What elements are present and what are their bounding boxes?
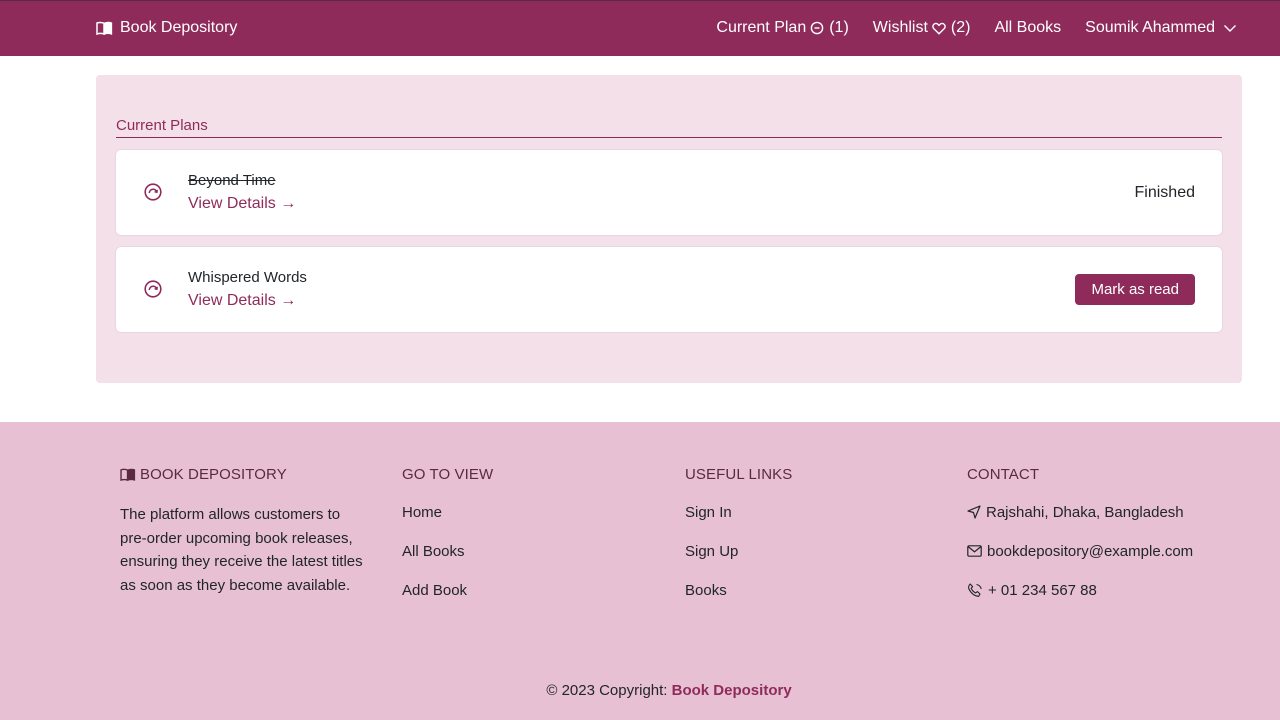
footer-link-sign-up[interactable]: Sign Up — [685, 542, 945, 560]
nav-all-books[interactable]: All Books — [994, 19, 1061, 37]
nav-current-plan[interactable]: Current Plan (1) — [716, 19, 848, 37]
location-arrow-icon — [967, 505, 981, 519]
footer-contact-column: CONTACT Rajshahi, Dhaka, Bangladesh book… — [967, 465, 1267, 599]
heart-icon — [932, 22, 946, 35]
contact-phone-text: + 01 234 567 88 — [988, 581, 1097, 599]
mark-as-read-button[interactable]: Mark as read — [1075, 274, 1195, 305]
current-plans-heading: Current Plans — [116, 117, 1222, 138]
plan-title: Whispered Words — [188, 269, 307, 286]
footer-go-to-view-column: GO TO VIEW Home All Books Add Book — [402, 465, 662, 599]
refresh-circle-icon — [144, 280, 162, 298]
footer-brand-name: BOOK DEPOSITORY — [140, 465, 287, 483]
contact-email[interactable]: bookdepository@example.com — [967, 542, 1267, 560]
nav-wishlist-count: (2) — [950, 19, 971, 36]
phone-icon — [968, 582, 982, 597]
nav-all-books-label: All Books — [994, 19, 1062, 36]
brand-name: Book Depository — [120, 19, 238, 36]
footer-brand-heading: BOOK DEPOSITORY — [120, 465, 380, 483]
copyright: © 2023 Copyright: Book Depository — [0, 682, 1280, 699]
view-details-link[interactable]: View Details → — [188, 195, 296, 213]
current-plans-panel: Current Plans Beyond Time View Details →… — [96, 75, 1242, 383]
footer-contact-heading: CONTACT — [967, 465, 1040, 483]
footer-useful-links-column: USEFUL LINKS Sign In Sign Up Books — [685, 465, 945, 599]
open-book-icon — [120, 468, 136, 481]
footer-go-to-view-heading: GO TO VIEW — [402, 465, 494, 483]
contact-email-text: bookdepository@example.com — [987, 542, 1194, 560]
view-details-link[interactable]: View Details → — [188, 292, 296, 310]
plan-card: Whispered Words View Details → Mark as r… — [115, 246, 1223, 333]
contact-phone[interactable]: + 01 234 567 88 — [967, 581, 1267, 599]
footer-useful-links-heading: USEFUL LINKS — [685, 465, 793, 483]
footer-link-all-books[interactable]: All Books — [402, 542, 662, 560]
nav-current-plan-label: Current Plan — [716, 19, 807, 36]
user-menu[interactable]: Soumik Ahammed — [1085, 19, 1240, 37]
footer-link-add-book[interactable]: Add Book — [402, 581, 662, 599]
open-book-icon — [96, 21, 113, 35]
circle-dash-icon — [810, 21, 824, 35]
footer-link-sign-in[interactable]: Sign In — [685, 503, 945, 521]
plan-card: Beyond Time View Details → Finished — [115, 149, 1223, 236]
contact-address-text: Rajshahi, Dhaka, Bangladesh — [986, 503, 1184, 521]
user-name: Soumik Ahammed — [1085, 19, 1215, 36]
copyright-prefix: © 2023 Copyright: — [546, 682, 668, 699]
refresh-circle-icon — [144, 183, 162, 201]
nav-wishlist[interactable]: Wishlist (2) — [873, 19, 971, 37]
navbar: Book Depository Current Plan (1) Wishlis… — [0, 0, 1280, 56]
footer-description: The platform allows customers to pre-ord… — [120, 506, 363, 594]
footer: BOOK DEPOSITORY The platform allows cust… — [0, 422, 1280, 720]
plan-title: Beyond Time — [188, 172, 276, 189]
footer-link-home[interactable]: Home — [402, 503, 662, 521]
plan-status: Finished — [1134, 184, 1195, 201]
contact-address: Rajshahi, Dhaka, Bangladesh — [967, 503, 1267, 521]
nav-wishlist-label: Wishlist — [872, 19, 928, 36]
footer-link-books[interactable]: Books — [685, 581, 945, 599]
chevron-down-icon — [1224, 24, 1236, 32]
envelope-icon — [967, 545, 982, 557]
nav-links: Current Plan (1) Wishlist (2) All Books … — [692, 19, 1240, 37]
copyright-brand-link[interactable]: Book Depository — [672, 682, 792, 699]
nav-current-plan-count: (1) — [829, 19, 849, 36]
brand-link[interactable]: Book Depository — [96, 19, 237, 37]
footer-brand-column: BOOK DEPOSITORY The platform allows cust… — [120, 465, 380, 597]
